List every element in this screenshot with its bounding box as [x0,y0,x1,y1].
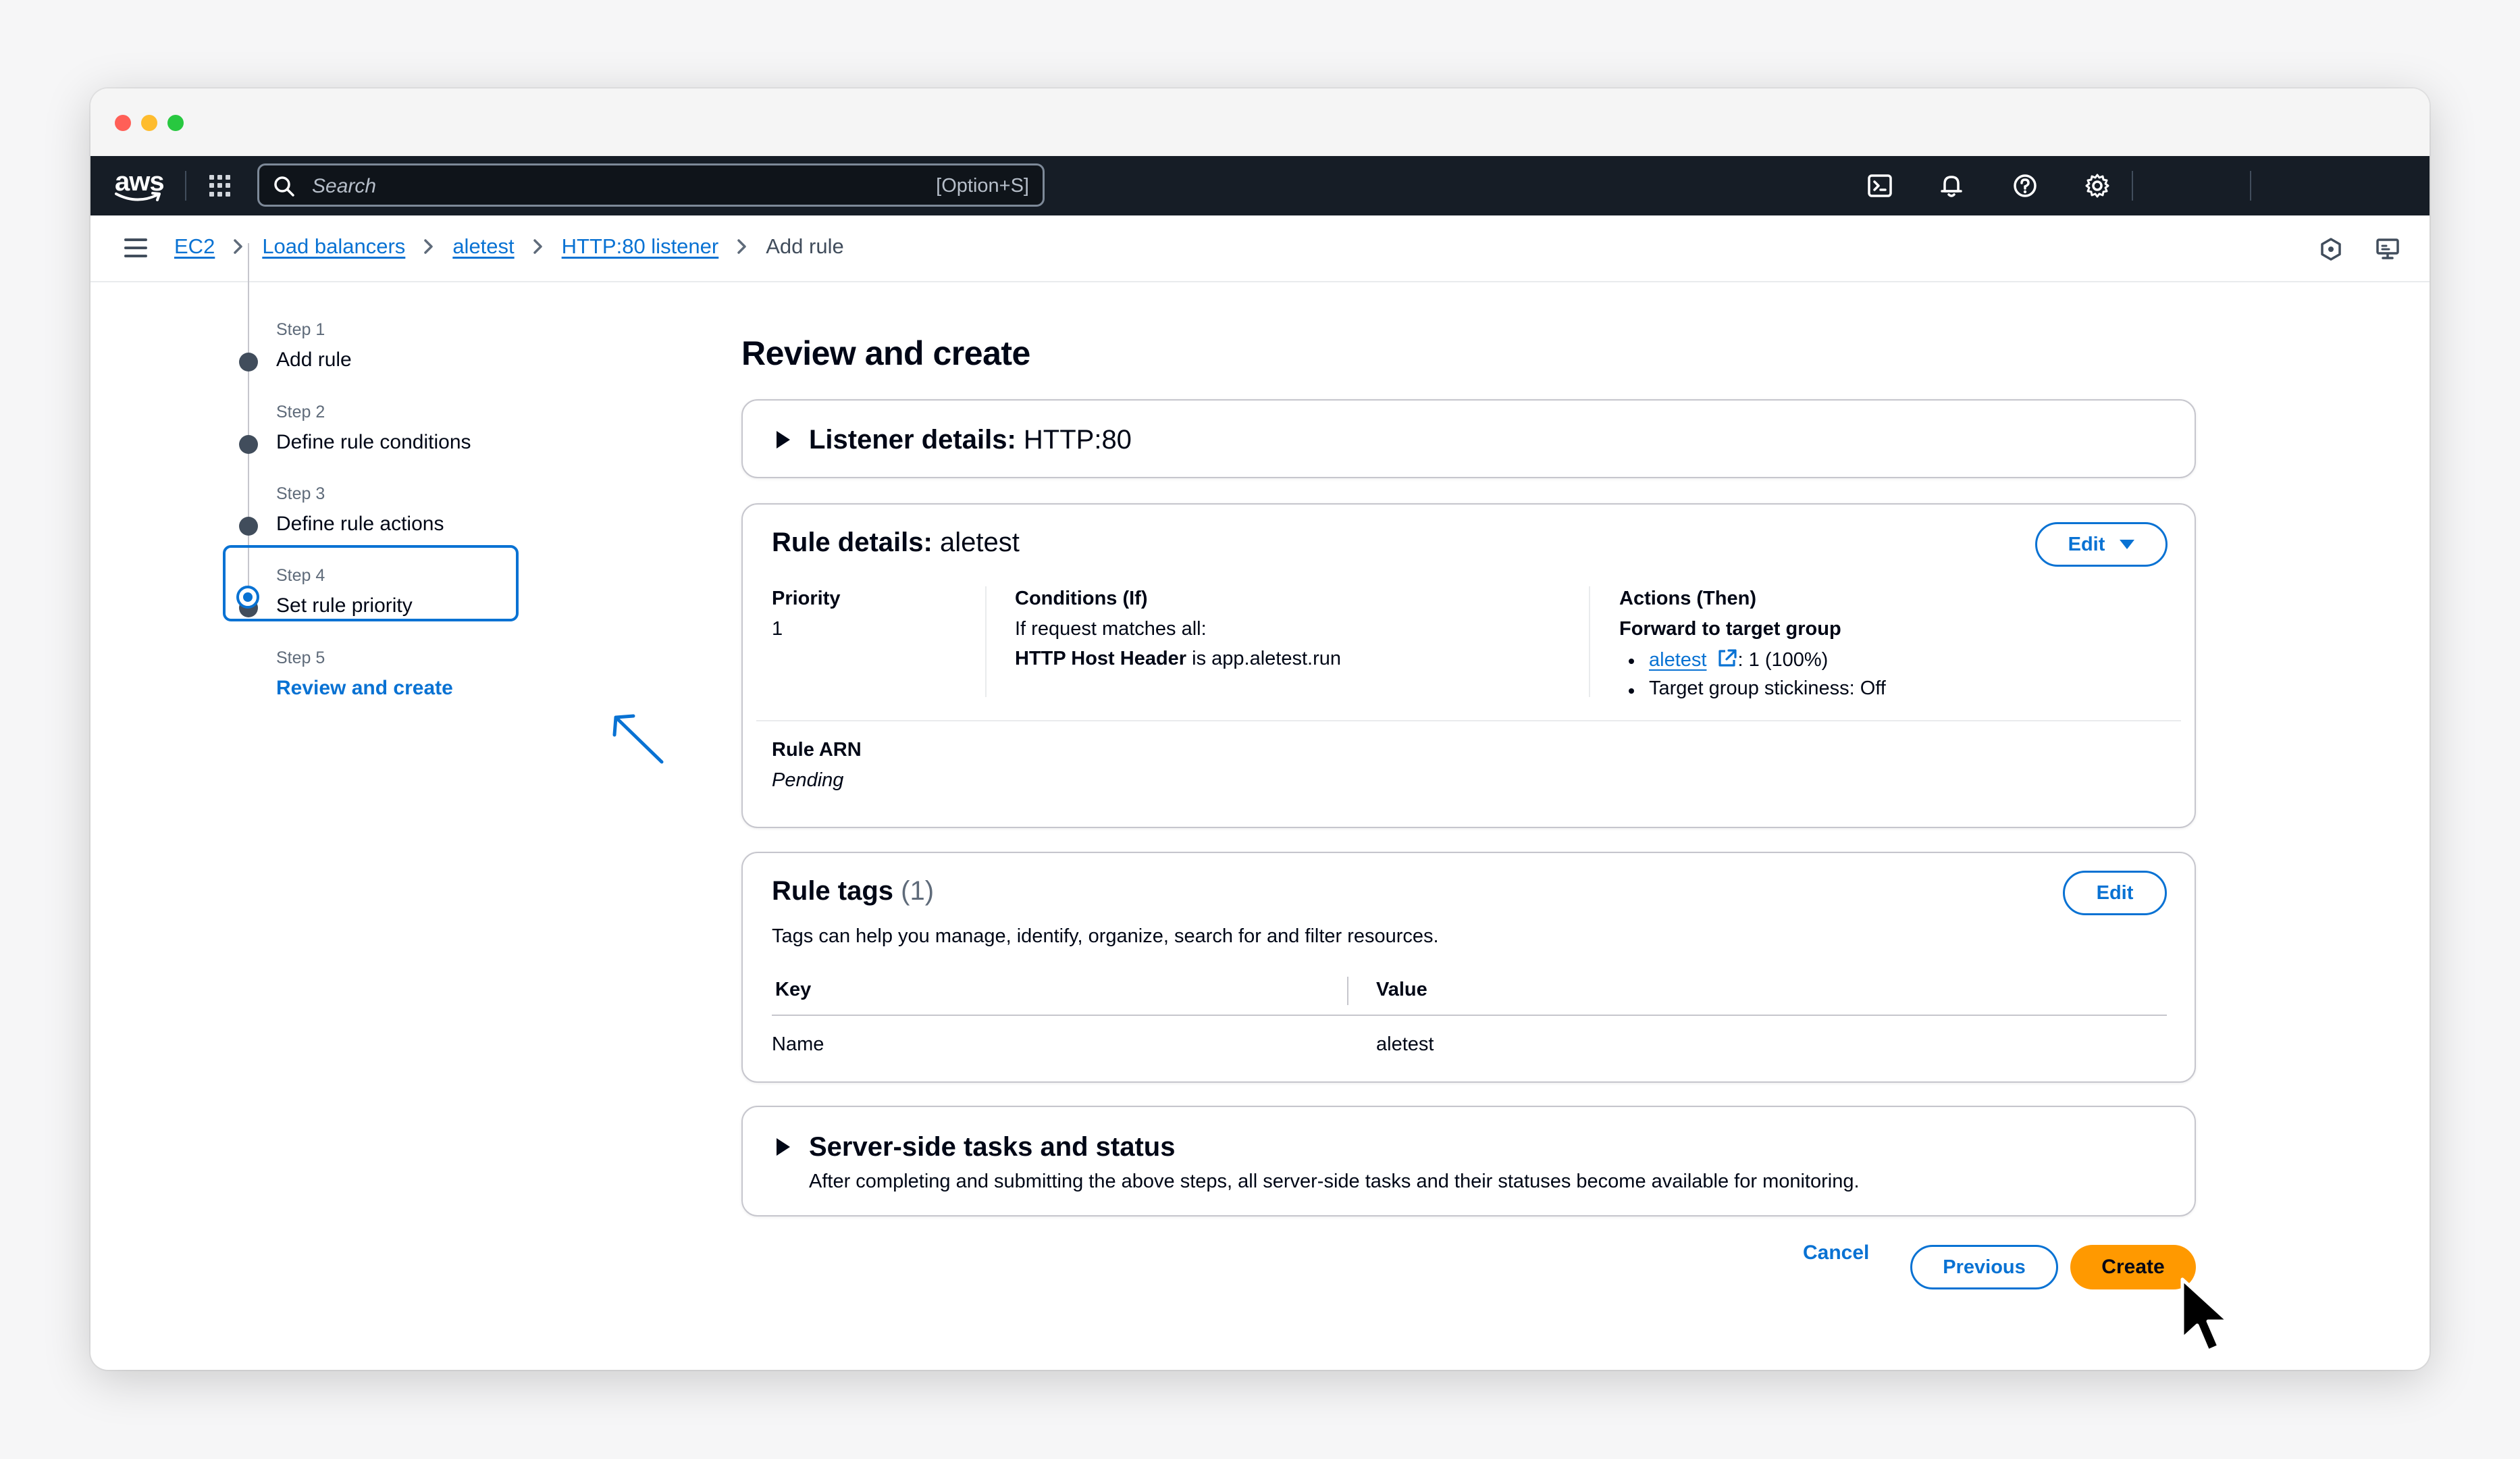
list-bullet [1629,688,1634,694]
priority-value: 1 [772,618,783,640]
step-2-title[interactable]: Define rule conditions [276,431,471,454]
notifications-bell-icon[interactable] [1937,171,1966,201]
breadcrumb-bar: EC2 Load balancers aletest HTTP:80 liste… [90,215,2430,282]
rule-tags-panel: Rule tags (1) Edit Tags can help you man… [741,852,2196,1083]
column-divider [985,586,987,697]
nav-divider [2250,171,2251,201]
server-side-tasks-heading[interactable]: Server-side tasks and status [809,1132,1175,1162]
close-window-button[interactable] [115,115,131,131]
search-placeholder: Search [312,175,377,197]
page-title: Review and create [741,334,1030,372]
feedback-icon[interactable] [2374,236,2401,263]
breadcrumb-ec2[interactable]: EC2 [174,234,215,259]
caret-right-icon [777,431,790,449]
server-side-tasks-panel[interactable]: Server-side tasks and status After compl… [741,1106,2196,1217]
server-side-tasks-description: After completing and submitting the abov… [809,1171,1860,1192]
cancel-button[interactable]: Cancel [1803,1242,1869,1264]
chevron-right-icon [424,239,434,254]
step-5-label: Step 5 [276,648,325,667]
step-5-indicator [236,586,259,609]
step-3-label: Step 3 [276,484,325,503]
column-resizer[interactable] [1347,977,1348,1005]
listener-details-heading[interactable]: Listener details: HTTP:80 [809,425,1132,455]
breadcrumb-aletest[interactable]: aletest [452,234,514,259]
step-3-indicator [239,517,258,536]
chevron-right-icon [234,239,243,254]
list-bullet [1629,659,1634,664]
stickiness-item: Target group stickiness: Off [1649,677,1886,699]
rule-tags-heading: Rule tags (1) [772,876,935,906]
nav-divider [2132,171,2133,201]
nav-divider [185,171,186,201]
maximize-window-button[interactable] [167,115,184,131]
create-button[interactable]: Create [2070,1245,2196,1289]
menu-icon[interactable] [124,238,147,257]
table-header-divider [772,1015,2167,1016]
info-panel-icon[interactable] [2317,236,2344,263]
step-2-indicator [239,435,258,454]
tags-column-value: Value [1376,979,1427,1000]
rule-details-panel: Rule details: aletest Edit Priority 1 Co… [741,503,2196,828]
mouse-pointer-icon [2180,1277,2230,1353]
search-shortcut: [Option+S] [936,175,1029,197]
search-icon [274,176,294,197]
step-1-indicator [239,353,258,372]
services-grid-icon[interactable] [204,170,236,202]
external-link-icon[interactable] [1716,648,1738,668]
caret-down-icon [2120,540,2135,549]
step-3-title[interactable]: Define rule actions [276,513,444,536]
breadcrumb-load-balancers[interactable]: Load balancers [262,234,405,259]
table-cell-value: aletest [1376,1033,1434,1055]
target-group-item: aletest : 1 (100%) [1649,648,1829,671]
minimize-window-button[interactable] [141,115,157,131]
target-group-link[interactable]: aletest [1649,649,1706,671]
rule-tags-description: Tags can help you manage, identify, orga… [772,925,1439,947]
chevron-right-icon [533,239,542,254]
step-5-highlight [223,545,519,621]
previous-button[interactable]: Previous [1910,1245,2058,1289]
search-input[interactable]: Search [Option+S] [257,163,1045,207]
settings-gear-icon[interactable] [2082,171,2112,201]
aws-smile-icon [115,192,161,201]
breadcrumb: EC2 Load balancers aletest HTTP:80 liste… [174,234,844,259]
tags-column-key: Key [775,979,812,1000]
conditions-line: If request matches all: [1015,618,1207,640]
top-navigation: aws Search [Option+S] [90,156,2430,215]
rule-details-heading: Rule details: aletest [772,528,1020,557]
cloudshell-icon[interactable] [1865,171,1895,201]
breadcrumb-listener[interactable]: HTTP:80 listener [562,234,719,259]
forward-action: Forward to target group [1619,618,1841,640]
caret-right-icon [777,1138,790,1156]
chevron-right-icon [737,239,746,254]
table-cell-key: Name [772,1033,824,1055]
step-5-title[interactable]: Review and create [276,677,453,700]
rule-arn-label: Rule ARN [772,739,862,761]
annotation-arrow-icon [612,714,664,764]
rule-edit-dropdown-button[interactable]: Edit [2035,522,2168,567]
conditions-label: Conditions (If) [1015,588,1148,609]
step-1-label: Step 1 [276,320,325,339]
conditions-rule: HTTP Host Header is app.aletest.run [1015,648,1341,669]
rule-arn-value: Pending [772,769,844,791]
step-2-label: Step 2 [276,403,325,421]
rule-tags-edit-button[interactable]: Edit [2063,871,2167,915]
actions-label: Actions (Then) [1619,588,1756,609]
breadcrumb-current: Add rule [766,234,844,258]
step-1-title[interactable]: Add rule [276,349,352,372]
help-icon[interactable] [2010,171,2040,201]
listener-details-panel[interactable]: Listener details: HTTP:80 [741,399,2196,478]
window-titlebar [90,88,2430,156]
section-divider [756,720,2181,721]
column-divider [1589,586,1590,697]
priority-label: Priority [772,588,841,609]
aws-logo[interactable]: aws [113,165,165,205]
